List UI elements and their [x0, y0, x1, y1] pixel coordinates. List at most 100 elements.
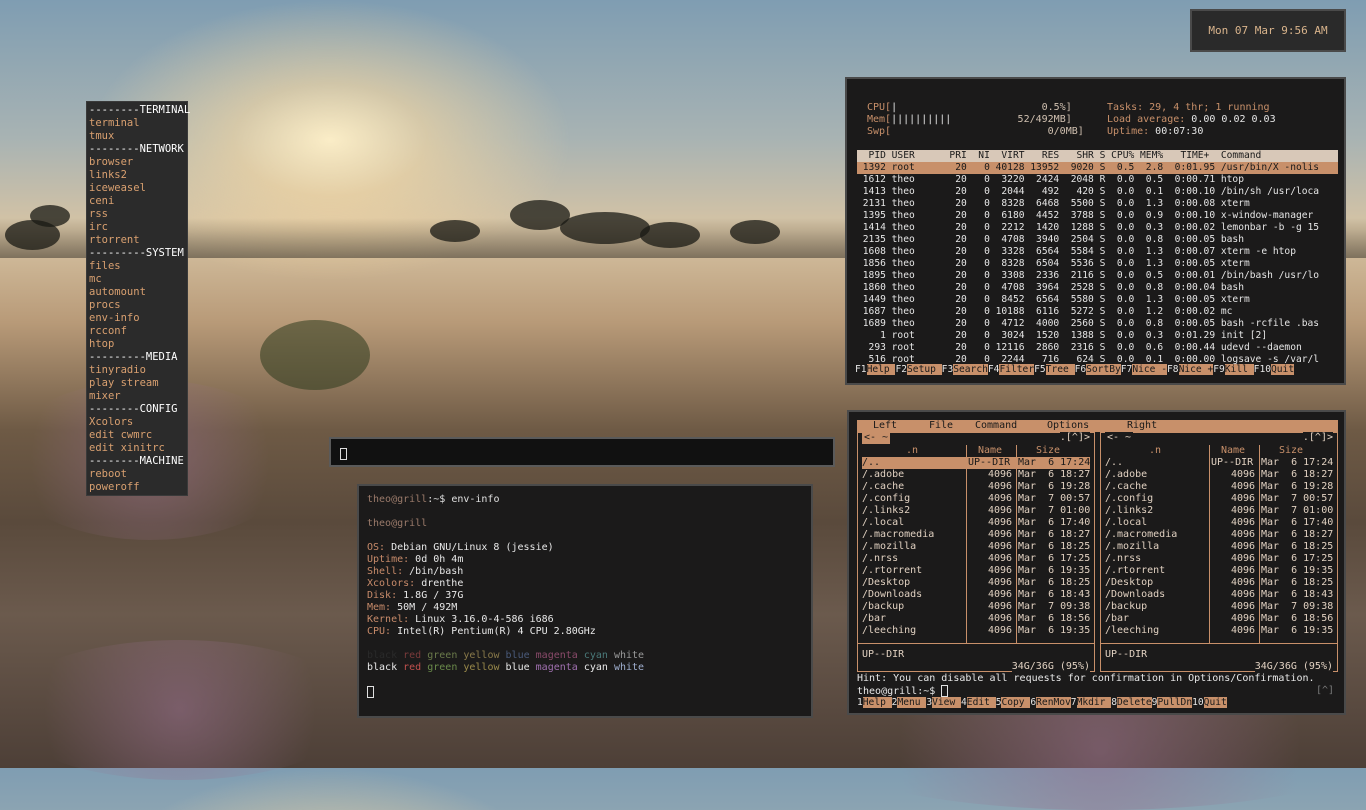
- process-row[interactable]: 1856 theo 20 0 8328 6504 5536 S 0.0 1.3 …: [857, 258, 1338, 270]
- mc-menu-item[interactable]: Left: [873, 420, 897, 432]
- menu-item[interactable]: reboot: [89, 468, 187, 481]
- file-row[interactable]: /.adobe 4096 Mar 6 18:27: [862, 469, 1090, 481]
- file-row[interactable]: /bar 4096 Mar 6 18:56: [1105, 613, 1333, 625]
- file-row[interactable]: /Downloads 4096 Mar 6 18:43: [862, 589, 1090, 601]
- menu-item[interactable]: terminal: [89, 117, 187, 130]
- menu-item[interactable]: Xcolors: [89, 416, 187, 429]
- menu-item[interactable]: edit xinitrc: [89, 442, 187, 455]
- htop-window[interactable]: CPU[| 0.5%] Mem[|||||||||| 52/492MB] Swp…: [845, 77, 1346, 385]
- file-row[interactable]: /.config 4096 Mar 7 00:57: [862, 493, 1090, 505]
- file-row[interactable]: /.links2 4096 Mar 7 01:00: [862, 505, 1090, 517]
- process-row[interactable]: 1 root 20 0 3024 1520 1388 S 0.0 0.3 0:0…: [857, 330, 1338, 342]
- file-row[interactable]: /.adobe 4096 Mar 6 18:27: [1105, 469, 1333, 481]
- fkey-button[interactable]: Menu: [897, 697, 927, 708]
- terminal-window[interactable]: theo@grill:~$ env-info theo@grill OS: De…: [357, 484, 813, 718]
- menu-item[interactable]: tmux: [89, 130, 187, 143]
- fkey-button[interactable]: View: [932, 697, 962, 708]
- process-table-header[interactable]: PID USER PRI NI VIRT RES SHR S CPU% MEM%…: [857, 150, 1338, 162]
- fkey-button[interactable]: RenMov: [1036, 697, 1071, 708]
- menu-item[interactable]: procs: [89, 299, 187, 312]
- menu-item[interactable]: rtorrent: [89, 234, 187, 247]
- fkey-button[interactable]: Mkdir: [1076, 697, 1112, 708]
- menu-item[interactable]: edit cwmrc: [89, 429, 187, 442]
- mc-history-button[interactable]: [^]: [1316, 685, 1334, 697]
- process-row[interactable]: 1895 theo 20 0 3308 2336 2116 S 0.0 0.5 …: [857, 270, 1338, 282]
- process-row[interactable]: 1392 root 20 0 40128 13952 9020 S 0.5 2.…: [857, 162, 1338, 174]
- process-row[interactable]: 1413 theo 20 0 2044 492 420 S 0.0 0.1 0:…: [857, 186, 1338, 198]
- file-row[interactable]: /.rtorrent 4096 Mar 6 19:35: [862, 565, 1090, 577]
- menu-item[interactable]: mc: [89, 273, 187, 286]
- right-panel[interactable]: <- ~ .[^]> .n Name Size UP--DIR 34G/36G (9…: [1100, 432, 1338, 673]
- file-row[interactable]: /.mozilla 4096 Mar 6 18:25: [1105, 541, 1333, 553]
- fkey-button[interactable]: Quit: [1203, 697, 1227, 708]
- process-row[interactable]: 1414 theo 20 0 2212 1420 1288 S 0.0 0.3 …: [857, 222, 1338, 234]
- menu-item[interactable]: ceni: [89, 195, 187, 208]
- file-row[interactable]: /.local 4096 Mar 6 17:40: [862, 517, 1090, 529]
- left-panel[interactable]: <- ~ .[^]> .n Name Size UP--DIR 34G/36G (9…: [857, 432, 1095, 673]
- fkey-button[interactable]: Help: [862, 697, 892, 708]
- mc-menu-item[interactable]: Command: [975, 420, 1017, 432]
- process-row[interactable]: 1449 theo 20 0 8452 6564 5580 S 0.0 1.3 …: [857, 294, 1338, 306]
- fkey-button[interactable]: Tree: [1045, 364, 1075, 375]
- menu-item[interactable]: tinyradio: [89, 364, 187, 377]
- fkey-button[interactable]: Copy: [1001, 697, 1031, 708]
- fkey-button[interactable]: Delete: [1117, 697, 1152, 708]
- file-row[interactable]: /backup 4096 Mar 7 09:38: [1105, 601, 1333, 613]
- menu-item[interactable]: rcconf: [89, 325, 187, 338]
- file-row[interactable]: /backup 4096 Mar 7 09:38: [862, 601, 1090, 613]
- process-row[interactable]: 1612 theo 20 0 3220 2424 2048 R 0.0 0.5 …: [857, 174, 1338, 186]
- right-panel-title[interactable]: <- ~: [1105, 432, 1134, 444]
- fkey-button[interactable]: Quit: [1271, 364, 1295, 375]
- fkey-button[interactable]: Nice +: [1178, 364, 1214, 375]
- mc-menu-item[interactable]: File: [929, 420, 953, 432]
- process-row[interactable]: 293 root 20 0 12116 2860 2316 S 0.0 0.6 …: [857, 342, 1338, 354]
- fkey-button[interactable]: PullDn: [1157, 697, 1193, 708]
- left-panel-title[interactable]: <- ~: [862, 432, 891, 444]
- menu-item[interactable]: iceweasel: [89, 182, 187, 195]
- process-row[interactable]: 1689 theo 20 0 4712 4000 2560 S 0.0 0.8 …: [857, 318, 1338, 330]
- menu-item[interactable]: browser: [89, 156, 187, 169]
- file-row[interactable]: /.cache 4096 Mar 6 19:28: [1105, 481, 1333, 493]
- fkey-button[interactable]: Setup: [907, 364, 942, 375]
- fkey-button[interactable]: Edit: [966, 697, 996, 708]
- file-row[interactable]: /.nrss 4096 Mar 6 17:25: [862, 553, 1090, 565]
- mc-menu-item[interactable]: Options: [1047, 420, 1089, 432]
- file-row[interactable]: /.cache 4096 Mar 6 19:28: [862, 481, 1090, 493]
- launcher-input[interactable]: [329, 437, 835, 467]
- file-row[interactable]: /.. UP--DIR Mar 6 17:24: [1105, 457, 1333, 469]
- menu-item[interactable]: links2: [89, 169, 187, 182]
- file-row[interactable]: /.links2 4096 Mar 7 01:00: [1105, 505, 1333, 517]
- fkey-button[interactable]: Filter: [999, 364, 1035, 375]
- process-row[interactable]: 2131 theo 20 0 8328 6468 5500 S 0.0 1.3 …: [857, 198, 1338, 210]
- file-row[interactable]: /Downloads 4096 Mar 6 18:43: [1105, 589, 1333, 601]
- process-row[interactable]: 1395 theo 20 0 6180 4452 3788 S 0.0 0.9 …: [857, 210, 1338, 222]
- file-row[interactable]: /.local 4096 Mar 6 17:40: [1105, 517, 1333, 529]
- menu-item[interactable]: poweroff: [89, 481, 187, 494]
- process-row[interactable]: 1608 theo 20 0 3328 6564 5584 S 0.0 1.3 …: [857, 246, 1338, 258]
- menu-item[interactable]: env-info: [89, 312, 187, 325]
- file-row[interactable]: /Desktop 4096 Mar 6 18:25: [862, 577, 1090, 589]
- menu-item[interactable]: htop: [89, 338, 187, 351]
- file-row[interactable]: /leeching 4096 Mar 6 19:35: [1105, 625, 1333, 637]
- fkey-button[interactable]: SortBy: [1086, 364, 1121, 375]
- menu-item[interactable]: mixer: [89, 390, 187, 403]
- file-row[interactable]: /.macromedia 4096 Mar 6 18:27: [862, 529, 1090, 541]
- right-panel-corner[interactable]: .[^]>: [1302, 432, 1333, 444]
- file-row[interactable]: /leeching 4096 Mar 6 19:35: [862, 625, 1090, 637]
- file-row[interactable]: /bar 4096 Mar 6 18:56: [862, 613, 1090, 625]
- fkey-button[interactable]: Kill: [1224, 364, 1254, 375]
- mc-menu-item[interactable]: Right: [1127, 420, 1157, 432]
- fkey-button[interactable]: Nice -: [1132, 364, 1167, 375]
- file-row[interactable]: /.mozilla 4096 Mar 6 18:25: [862, 541, 1090, 553]
- fkey-button[interactable]: Search: [953, 364, 988, 375]
- file-row[interactable]: /.nrss 4096 Mar 6 17:25: [1105, 553, 1333, 565]
- file-row[interactable]: /Desktop 4096 Mar 6 18:25: [1105, 577, 1333, 589]
- menu-item[interactable]: files: [89, 260, 187, 273]
- menu-item[interactable]: rss: [89, 208, 187, 221]
- menu-item[interactable]: play stream: [89, 377, 187, 390]
- midnight-commander-window[interactable]: Left File Command Options Right <- ~ .[^]> .…: [847, 410, 1346, 715]
- fkey-button[interactable]: Help: [866, 364, 896, 375]
- file-row[interactable]: /.rtorrent 4096 Mar 6 19:35: [1105, 565, 1333, 577]
- process-row[interactable]: 1687 theo 20 0 10188 6116 5272 S 0.0 1.2…: [857, 306, 1338, 318]
- menu-item[interactable]: automount: [89, 286, 187, 299]
